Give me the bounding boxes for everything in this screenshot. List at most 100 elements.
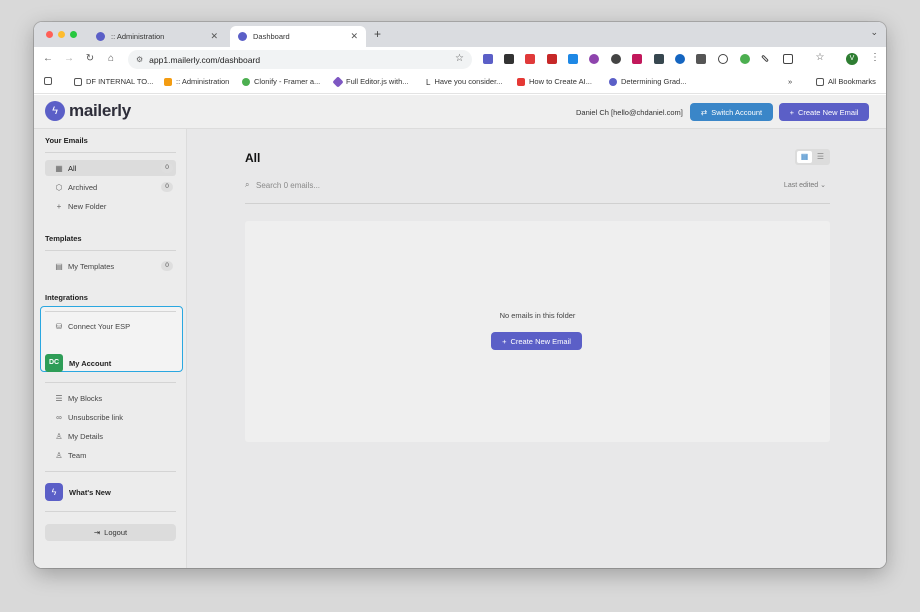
extension-icon[interactable]	[525, 54, 535, 64]
extension-icon[interactable]	[654, 54, 664, 64]
divider	[45, 382, 176, 383]
layout-icon: ▤	[55, 261, 63, 271]
database-icon: ⛁	[55, 321, 63, 331]
sidebar-item-connect-esp[interactable]: ⛁ Connect Your ESP	[45, 318, 176, 334]
main-content: All ▦ ☰ ⌕ Last edited ⌄ No emails in thi…	[188, 129, 886, 568]
extension-icon[interactable]	[589, 54, 599, 64]
gear-icon	[609, 77, 617, 86]
letter-l-icon: L	[426, 77, 431, 87]
extension-icon[interactable]	[740, 54, 750, 64]
extension-icon[interactable]	[632, 54, 642, 64]
back-arrow-icon[interactable]: ←	[42, 53, 54, 64]
search-row: ⌕ Last edited ⌄	[245, 177, 830, 204]
user-icon: ♙	[55, 431, 63, 441]
your-emails-heading: Your Emails	[45, 136, 88, 145]
brand-logo[interactable]: ϟ mailerly	[45, 101, 131, 121]
bookmark-star-icon[interactable]: ☆	[455, 53, 464, 64]
tab-administration[interactable]: :: Administration ✕	[88, 26, 226, 47]
search-input[interactable]	[256, 178, 476, 192]
bookmark-item[interactable]: Clonify - Framer a...	[242, 77, 320, 86]
list-view-icon[interactable]: ☰	[813, 151, 828, 163]
tab-strip: :: Administration ✕ Dashboard ✕ + ⌄	[34, 22, 886, 47]
extension-icon[interactable]	[504, 54, 514, 64]
diamond-icon	[332, 75, 344, 88]
switch-account-button[interactable]: ⇄ Switch Account	[690, 103, 773, 121]
bookmark-item[interactable]: Determining Grad...	[609, 77, 686, 86]
info-icon[interactable]	[718, 54, 728, 64]
all-bookmarks[interactable]: All Bookmarks	[816, 77, 876, 86]
sidebar-item-new-folder[interactable]: + New Folder	[45, 198, 176, 214]
page-title: All	[245, 151, 261, 165]
empty-state-text: No emails in this folder	[499, 311, 576, 320]
extension-icon[interactable]	[483, 54, 493, 64]
bookmark-item[interactable]: L Have you consider...	[426, 77, 502, 87]
box-icon: ⬡	[55, 182, 63, 192]
bookmark-item[interactable]: Full Editor.js with...	[332, 75, 409, 88]
sidebar-item-my-templates[interactable]: ▤ My Templates 0	[45, 258, 176, 274]
extension-icon[interactable]	[547, 54, 557, 64]
view-toggle: ▦ ☰	[795, 149, 830, 165]
sidebar: Your Emails ▦ All 0 ⬡ Archived 0 + New F…	[34, 129, 187, 568]
sidebar-item-all[interactable]: ▦ All 0	[45, 160, 176, 176]
search-icon: ⌕	[245, 180, 250, 189]
more-bookmarks-icon[interactable]: »	[788, 77, 792, 86]
pen-icon[interactable]	[761, 54, 769, 63]
extension-icon[interactable]	[696, 54, 706, 64]
bookmark-item[interactable]: How to Create AI...	[517, 77, 592, 86]
bookmark-item[interactable]: DF INTERNAL TO...	[74, 77, 153, 86]
tab-favicon-icon	[96, 32, 105, 41]
reload-icon[interactable]: ↻	[84, 53, 96, 64]
empty-state-panel: No emails in this folder + Create New Em…	[245, 221, 830, 442]
whats-new-link[interactable]: What's New	[69, 488, 111, 497]
close-icon[interactable]: ✕	[210, 31, 218, 42]
sidebar-item-my-blocks[interactable]: ☰ My Blocks	[45, 390, 176, 406]
close-window-button[interactable]	[46, 31, 53, 38]
minimize-window-button[interactable]	[58, 31, 65, 38]
sidebar-item-archived[interactable]: ⬡ Archived 0	[45, 179, 176, 195]
logout-icon: ⇥	[93, 528, 101, 537]
address-bar[interactable]: ⚙ app1.mailerly.com/dashboard ☆	[128, 50, 472, 69]
user-label: Daniel Ch [hello@chdaniel.com]	[576, 108, 683, 117]
bookmark-star-icon[interactable]: ☆	[814, 52, 826, 63]
create-new-email-button[interactable]: + Create New Email	[779, 103, 869, 121]
heart-icon	[164, 77, 172, 86]
chevron-down-icon: ⌄	[820, 182, 826, 189]
sidebar-item-team[interactable]: ♙ Team	[45, 447, 176, 463]
home-icon[interactable]: ⌂	[105, 53, 117, 64]
close-icon[interactable]: ✕	[350, 31, 358, 42]
app-header: ϟ mailerly Daniel Ch [hello@chdaniel.com…	[34, 95, 886, 129]
tab-title: :: Administration	[111, 32, 165, 41]
extension-icon[interactable]	[611, 54, 621, 64]
profile-avatar[interactable]: V	[846, 53, 858, 65]
count-badge: 0	[161, 163, 173, 173]
browser-window: :: Administration ✕ Dashboard ✕ + ⌄ ← → …	[34, 22, 886, 568]
grid-view-icon[interactable]: ▦	[797, 151, 812, 163]
my-account-heading: My Account	[69, 359, 112, 368]
bookmark-item[interactable]: :: Administration	[164, 77, 229, 86]
maximize-window-button[interactable]	[70, 31, 77, 38]
apps-grid-icon[interactable]	[44, 77, 56, 85]
new-tab-icon[interactable]: +	[374, 27, 381, 41]
avatar: DC	[45, 354, 63, 372]
extension-icon[interactable]	[568, 54, 578, 64]
count-badge: 0	[161, 261, 173, 271]
tab-dashboard[interactable]: Dashboard ✕	[230, 26, 366, 47]
bookmarks-bar: DF INTERNAL TO... :: Administration Clon…	[34, 72, 886, 94]
forward-arrow-icon[interactable]: →	[63, 53, 75, 64]
create-new-email-button[interactable]: + Create New Email	[491, 332, 582, 350]
folder-icon	[816, 77, 824, 86]
grid-icon: ▦	[55, 163, 63, 173]
plus-icon: +	[56, 201, 62, 211]
extension-icon[interactable]	[675, 54, 685, 64]
puzzle-icon[interactable]	[783, 54, 793, 64]
tab-search-chevron-icon[interactable]: ⌄	[870, 27, 878, 38]
logout-button[interactable]: ⇥ Logout	[45, 524, 176, 541]
site-settings-icon[interactable]: ⚙	[136, 55, 143, 64]
more-menu-icon[interactable]: ⋮	[870, 52, 880, 63]
divider	[45, 511, 176, 512]
sort-dropdown[interactable]: Last edited ⌄	[784, 181, 826, 189]
sidebar-item-unsubscribe-link[interactable]: ∞ Unsubscribe link	[45, 409, 176, 425]
divider	[45, 471, 176, 472]
browser-toolbar: ← → ↻ ⌂ ⚙ app1.mailerly.com/dashboard ☆ …	[34, 47, 886, 72]
sidebar-item-my-details[interactable]: ♙ My Details	[45, 428, 176, 444]
